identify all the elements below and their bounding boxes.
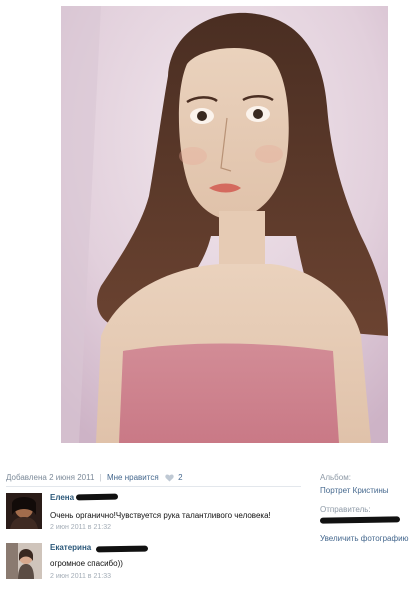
sender-label: Отправитель: (320, 505, 371, 514)
like-count[interactable]: 2 (178, 473, 182, 482)
like-link[interactable]: Мне нравится (107, 473, 159, 482)
comment-author[interactable]: Елена (50, 493, 74, 502)
photo-sidebar: Альбом: Портрет Кристины Отправитель: Ув… (319, 473, 415, 543)
portrait-drawing-image (61, 6, 388, 443)
comment: Екатерина огромное спасибо)) 2 июн 2011 … (6, 543, 306, 583)
comment-text: Очень органично!Чувствуется рука талантл… (50, 511, 271, 520)
heart-icon[interactable] (165, 474, 174, 482)
comment-time[interactable]: 2 июн 2011 в 21:32 (50, 524, 111, 531)
redaction-mark (319, 516, 401, 524)
divider (6, 486, 301, 487)
photo-meta-row: Добавлена 2 июня 2011 | Мне нравится 2 (6, 473, 306, 485)
separator: | (99, 473, 102, 483)
redaction-mark (75, 493, 119, 501)
comment-author[interactable]: Екатерина (50, 543, 91, 552)
avatar[interactable] (6, 493, 42, 529)
avatar-image (6, 493, 42, 529)
avatar-image (6, 543, 42, 579)
photo[interactable] (61, 6, 388, 443)
redaction-mark (95, 545, 149, 553)
comment-text: огромное спасибо)) (50, 559, 123, 568)
album-label: Альбом: (320, 473, 351, 482)
avatar[interactable] (6, 543, 42, 579)
album-link[interactable]: Портрет Кристины (320, 486, 415, 495)
comment-time[interactable]: 2 июн 2011 в 21:33 (50, 573, 111, 580)
enlarge-photo-link[interactable]: Увеличить фотографию (320, 534, 415, 543)
comment: Елена Очень органично!Чувствуется рука т… (6, 493, 306, 533)
added-date: Добавлена 2 июня 2011 (6, 473, 95, 483)
